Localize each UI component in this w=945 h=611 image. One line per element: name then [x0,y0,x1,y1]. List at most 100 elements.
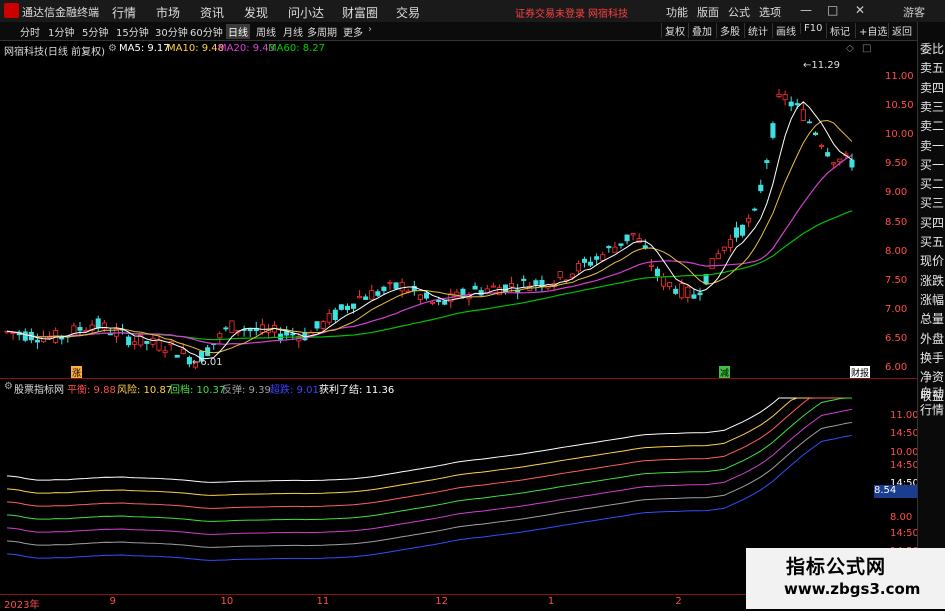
login-warning[interactable]: 证券交易未登录 [515,5,585,20]
quote-field[interactable]: 卖二 [920,117,944,134]
candle-body [107,333,113,336]
quote-field[interactable]: 买二 [920,175,944,192]
more-chevron-icon[interactable]: › [368,24,372,35]
price-tick: 7.50 [885,274,908,286]
candle-body [375,291,381,296]
candle-body [709,258,715,270]
adjust-button[interactable]: 复权 [661,23,685,38]
menu-quotes[interactable]: 行情 [112,4,136,21]
f10-button[interactable]: F10 [800,23,822,34]
ma60-line [6,210,853,341]
candle-body [733,227,739,238]
settings-gear-icon[interactable]: ⚙ [108,43,117,54]
indicator-gear-icon[interactable]: ⚙ [4,381,13,392]
menu-xiaoda[interactable]: 问小达 [288,4,324,21]
quote-field[interactable]: 买一 [920,156,944,173]
indicator-band-line [6,434,853,561]
price-tick: 9.50 [885,158,908,170]
restore-icon[interactable]: □ [862,43,871,54]
draw-line-button[interactable]: 画线 [772,23,796,38]
overlay-button[interactable]: 叠加 [688,23,712,38]
menu-formula[interactable]: 公式 [728,4,750,20]
candle-body [849,159,855,168]
period-tab-15min[interactable]: 15分钟 [116,24,149,39]
close-button[interactable]: ✕ [855,3,865,17]
multi-stock-button[interactable]: 多股 [716,23,740,38]
candle-body [624,234,630,242]
quote-field[interactable]: 换手 [920,349,944,366]
app-logo-icon [4,3,19,18]
candle-body [326,313,332,323]
period-tab-intraday[interactable]: 分时 [20,24,40,39]
period-tab-1min[interactable]: 1分钟 [48,24,74,39]
stats-button[interactable]: 统计 [744,23,768,38]
mark-button[interactable]: 标记 [826,23,850,38]
period-tab-multi[interactable]: 多周期 [307,24,337,39]
candle-body [788,101,794,107]
quote-field[interactable]: 涨跌 [920,272,944,289]
price-tick: 6.50 [885,332,908,344]
candle-body [782,94,788,101]
menu-trade[interactable]: 交易 [396,4,420,21]
candlestick-chart[interactable] [0,58,873,378]
candle-body [369,290,375,300]
menu-options[interactable]: 选项 [759,4,781,20]
menu-market[interactable]: 市场 [156,4,180,21]
add-watchlist-button[interactable]: +自选 [855,23,887,38]
quote-field[interactable]: 卖五 [920,59,944,76]
quote-field[interactable]: 外盘 [920,330,944,347]
candle-body [22,331,28,341]
candle-body [831,162,837,165]
quote-field[interactable]: 净资 [920,368,944,385]
period-tab-5min[interactable]: 5分钟 [82,24,108,39]
back-button[interactable]: 返回 [888,23,912,38]
indicator-band-line [6,397,852,483]
period-tab-more[interactable]: 更多 [343,24,363,39]
candle-body [247,328,253,332]
quote-field[interactable]: 涨幅 [920,291,944,308]
maximize-button[interactable]: □ [827,3,838,17]
high-price-value: 11.29 [811,60,841,71]
quote-field[interactable]: 总量 [920,310,944,327]
indicator-band-line [6,397,852,522]
quote-field[interactable]: 行情 [920,401,944,418]
period-tab-daily[interactable]: 日线 [226,24,250,39]
period-tab-monthly[interactable]: 月线 [283,24,303,39]
quote-field[interactable]: 自动 [920,384,944,401]
candle-body [259,324,265,333]
price-tick: 11.00 [885,71,914,82]
candle-body [721,246,727,251]
quote-field[interactable]: 卖一 [920,137,944,154]
menu-wealth[interactable]: 财富圈 [342,4,378,21]
candle-body [381,286,387,292]
candle-body [217,333,223,339]
period-tab-30min[interactable]: 30分钟 [155,24,188,39]
price-tick: 10.00 [885,129,914,141]
candle-body [825,152,831,157]
date-tick: 11 [316,596,330,607]
minimize-button[interactable]: — [800,3,812,17]
date-tick: 2 [675,596,682,607]
menu-function[interactable]: 功能 [666,4,688,20]
period-tab-60min[interactable]: 60分钟 [190,24,223,39]
quote-field[interactable]: 买四 [920,214,944,231]
quote-field[interactable]: 卖四 [920,79,944,96]
candle-body [357,295,363,299]
current-value-box: 8.54 [874,485,917,498]
menu-layout[interactable]: 版面 [697,4,719,20]
diamond-icon[interactable]: ◇ [846,43,854,54]
watermark-url: www.zbgs3.com [784,580,921,598]
quote-field[interactable]: 现价 [920,252,944,269]
menu-discover[interactable]: 发现 [244,4,268,21]
quote-field[interactable]: 买五 [920,233,944,250]
period-tab-weekly[interactable]: 周线 [256,24,276,39]
quote-field[interactable]: 买三 [920,194,944,211]
candle-body [673,288,679,294]
quote-field[interactable]: 委比 [920,40,944,57]
guest-label[interactable]: 游客 [903,4,925,20]
quote-field[interactable]: 卖三 [920,98,944,115]
indicator-chart[interactable] [0,393,873,593]
candle-body [752,208,758,211]
ma5-label: MA5: 9.17 [119,43,170,54]
menu-news[interactable]: 资讯 [200,4,224,21]
